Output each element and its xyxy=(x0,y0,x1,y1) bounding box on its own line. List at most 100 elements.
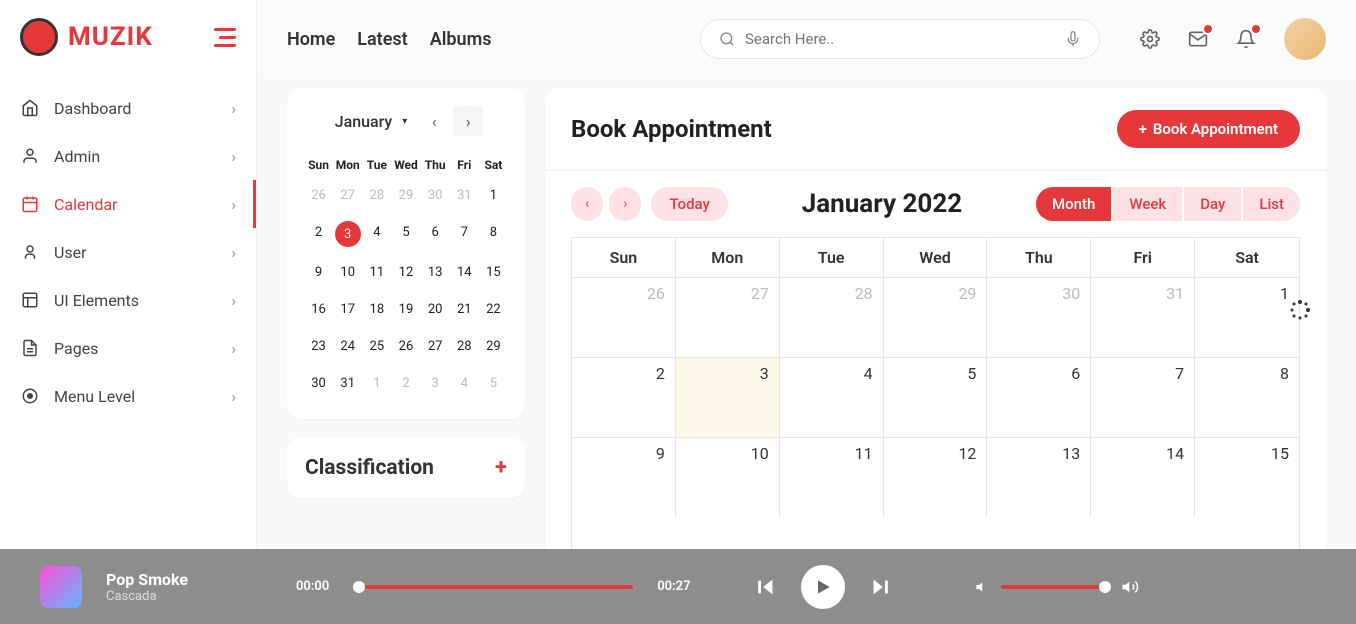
mini-day[interactable]: 21 xyxy=(451,292,478,327)
next-icon[interactable] xyxy=(869,576,891,598)
mini-day[interactable]: 11 xyxy=(363,255,390,290)
mini-day[interactable]: 15 xyxy=(480,255,507,290)
mini-prev-icon[interactable]: ‹ xyxy=(419,106,449,136)
big-cell[interactable]: 7 xyxy=(1091,357,1195,437)
prev-icon[interactable] xyxy=(755,576,777,598)
big-cell[interactable]: 6 xyxy=(987,357,1091,437)
mini-day[interactable]: 16 xyxy=(305,292,332,327)
volume-high-icon[interactable] xyxy=(1121,578,1139,596)
plus-icon[interactable]: + xyxy=(495,455,507,480)
big-cell[interactable]: 13 xyxy=(987,437,1091,517)
mic-icon[interactable] xyxy=(1065,31,1081,47)
chevron-down-icon[interactable]: ▾ xyxy=(402,116,407,127)
mail-icon[interactable] xyxy=(1188,29,1208,49)
album-art[interactable] xyxy=(40,566,82,608)
mini-day[interactable]: 29 xyxy=(480,329,507,364)
big-cell[interactable]: 11 xyxy=(780,437,884,517)
big-cell[interactable]: 31 xyxy=(1091,277,1195,357)
sidebar-item-dashboard[interactable]: Dashboard› xyxy=(0,84,256,132)
volume-low-icon[interactable] xyxy=(975,579,991,595)
mini-day[interactable]: 2 xyxy=(305,215,332,253)
mini-day[interactable]: 9 xyxy=(305,255,332,290)
big-cell[interactable]: 14 xyxy=(1091,437,1195,517)
volume-bar[interactable] xyxy=(1001,585,1111,589)
big-cell[interactable]: 2 xyxy=(572,357,676,437)
big-cell[interactable]: 30 xyxy=(987,277,1091,357)
big-cell[interactable]: 9 xyxy=(572,437,676,517)
hamburger-icon[interactable] xyxy=(214,28,236,47)
mini-day[interactable]: 1 xyxy=(480,178,507,213)
mini-day[interactable]: 12 xyxy=(392,255,419,290)
topnav-latest[interactable]: Latest xyxy=(357,29,407,50)
sidebar-item-ui-elements[interactable]: UI Elements› xyxy=(0,276,256,324)
mini-day[interactable]: 14 xyxy=(451,255,478,290)
big-cell[interactable]: 12 xyxy=(884,437,988,517)
big-cell[interactable]: 29 xyxy=(884,277,988,357)
big-cell[interactable]: 26 xyxy=(572,277,676,357)
mini-day[interactable]: 30 xyxy=(422,178,449,213)
mini-day[interactable]: 25 xyxy=(363,329,390,364)
mini-day[interactable]: 7 xyxy=(451,215,478,253)
mini-day[interactable]: 24 xyxy=(334,329,361,364)
mini-day[interactable]: 3 xyxy=(422,366,449,401)
settings-icon[interactable] xyxy=(1140,29,1160,49)
mini-day[interactable]: 2 xyxy=(392,366,419,401)
mini-month[interactable]: January xyxy=(329,109,399,134)
mini-day[interactable]: 23 xyxy=(305,329,332,364)
sidebar-item-pages[interactable]: Pages› xyxy=(0,324,256,372)
mini-day[interactable]: 5 xyxy=(480,366,507,401)
mini-day[interactable]: 20 xyxy=(422,292,449,327)
topnav-home[interactable]: Home xyxy=(287,29,335,50)
today-button[interactable]: Today xyxy=(651,187,727,221)
view-list-button[interactable]: List xyxy=(1243,187,1300,221)
mini-day[interactable]: 5 xyxy=(392,215,419,253)
mini-day[interactable]: 3 xyxy=(335,221,361,247)
cal-prev-button[interactable]: ‹ xyxy=(571,187,603,221)
mini-day[interactable]: 26 xyxy=(392,329,419,364)
book-appointment-button[interactable]: +Book Appointment xyxy=(1117,110,1300,148)
view-month-button[interactable]: Month xyxy=(1036,187,1111,221)
sidebar-item-admin[interactable]: Admin› xyxy=(0,132,256,180)
sidebar-item-calendar[interactable]: Calendar› xyxy=(0,180,256,228)
big-cell[interactable]: 15 xyxy=(1195,437,1299,517)
mini-day[interactable]: 1 xyxy=(363,366,390,401)
mini-day[interactable]: 4 xyxy=(363,215,390,253)
progress-bar[interactable] xyxy=(353,585,633,589)
big-cell[interactable]: 28 xyxy=(780,277,884,357)
sidebar-item-user[interactable]: User› xyxy=(0,228,256,276)
view-day-button[interactable]: Day xyxy=(1184,187,1241,221)
mini-day[interactable]: 28 xyxy=(363,178,390,213)
mini-day[interactable]: 13 xyxy=(422,255,449,290)
search-box[interactable] xyxy=(700,19,1100,59)
big-cell[interactable]: 5 xyxy=(884,357,988,437)
big-cell[interactable]: 1 xyxy=(1195,277,1299,357)
cal-next-button[interactable]: › xyxy=(609,187,641,221)
big-cell[interactable]: 4 xyxy=(780,357,884,437)
big-cell[interactable]: 10 xyxy=(676,437,780,517)
mini-day[interactable]: 8 xyxy=(480,215,507,253)
mini-day[interactable]: 29 xyxy=(392,178,419,213)
big-cell[interactable]: 3 xyxy=(676,357,780,437)
big-cell[interactable]: 27 xyxy=(676,277,780,357)
bell-icon[interactable] xyxy=(1236,29,1256,49)
mini-day[interactable]: 27 xyxy=(422,329,449,364)
mini-day[interactable]: 31 xyxy=(334,366,361,401)
sidebar-item-menu-level[interactable]: Menu Level› xyxy=(0,372,256,420)
mini-day[interactable]: 19 xyxy=(392,292,419,327)
mini-day[interactable]: 22 xyxy=(480,292,507,327)
mini-day[interactable]: 17 xyxy=(334,292,361,327)
mini-day[interactable]: 27 xyxy=(334,178,361,213)
mini-next-icon[interactable]: › xyxy=(453,106,483,136)
mini-day[interactable]: 6 xyxy=(422,215,449,253)
mini-day[interactable]: 31 xyxy=(451,178,478,213)
mini-day[interactable]: 4 xyxy=(451,366,478,401)
avatar[interactable] xyxy=(1284,18,1326,60)
mini-day[interactable]: 26 xyxy=(305,178,332,213)
view-week-button[interactable]: Week xyxy=(1113,187,1182,221)
mini-day[interactable]: 10 xyxy=(334,255,361,290)
mini-day[interactable]: 18 xyxy=(363,292,390,327)
topnav-albums[interactable]: Albums xyxy=(430,29,492,50)
big-cell[interactable]: 8 xyxy=(1195,357,1299,437)
mini-day[interactable]: 28 xyxy=(451,329,478,364)
play-button[interactable] xyxy=(801,565,845,609)
